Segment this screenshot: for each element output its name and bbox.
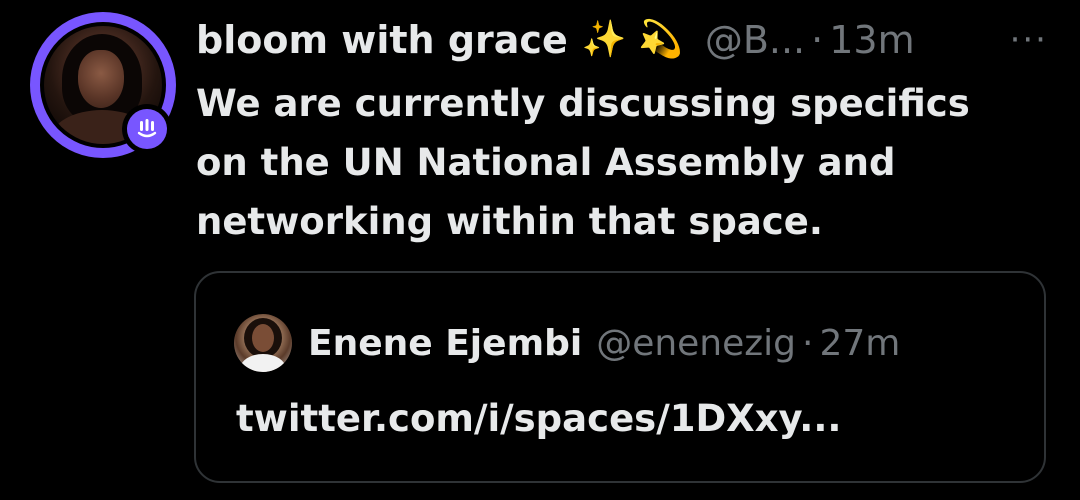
tweet-header: bloom with grace ✨ 💫 @B... · 13m ···: [196, 12, 1056, 68]
tweet-timestamp[interactable]: 13m: [829, 12, 914, 68]
quoted-user-handle[interactable]: @enenezig: [596, 323, 796, 364]
tweet[interactable]: bloom with grace ✨ 💫 @B... · 13m ··· We …: [0, 0, 1080, 500]
name-emojis: ✨ 💫: [581, 19, 683, 60]
quoted-tweet-header: Enene Ejembi @enenezig · 27m: [234, 313, 900, 373]
quoted-avatar-face-shape: [252, 324, 274, 352]
quoted-tweet-card[interactable]: Enene Ejembi @enenezig · 27m twitter.com…: [194, 271, 1046, 483]
more-options-icon[interactable]: ···: [1010, 12, 1048, 68]
quoted-display-name[interactable]: Enene Ejembi: [308, 323, 582, 364]
user-handle[interactable]: @B...: [705, 12, 805, 68]
quoted-separator-dot: ·: [802, 322, 814, 364]
spaces-badge-icon: [127, 109, 167, 149]
quoted-avatar[interactable]: [234, 314, 292, 372]
quoted-avatar-top-shape: [240, 354, 286, 372]
avatar-face-shape: [78, 50, 124, 108]
tweet-text: We are currently discussing specifics on…: [196, 82, 970, 243]
spaces-badge[interactable]: [122, 104, 172, 154]
quoted-timestamp[interactable]: 27m: [819, 323, 900, 364]
separator-dot: ·: [811, 18, 824, 62]
display-name[interactable]: bloom with grace: [196, 12, 568, 68]
quoted-spaces-link[interactable]: twitter.com/i/spaces/1DXxy...: [236, 391, 841, 447]
